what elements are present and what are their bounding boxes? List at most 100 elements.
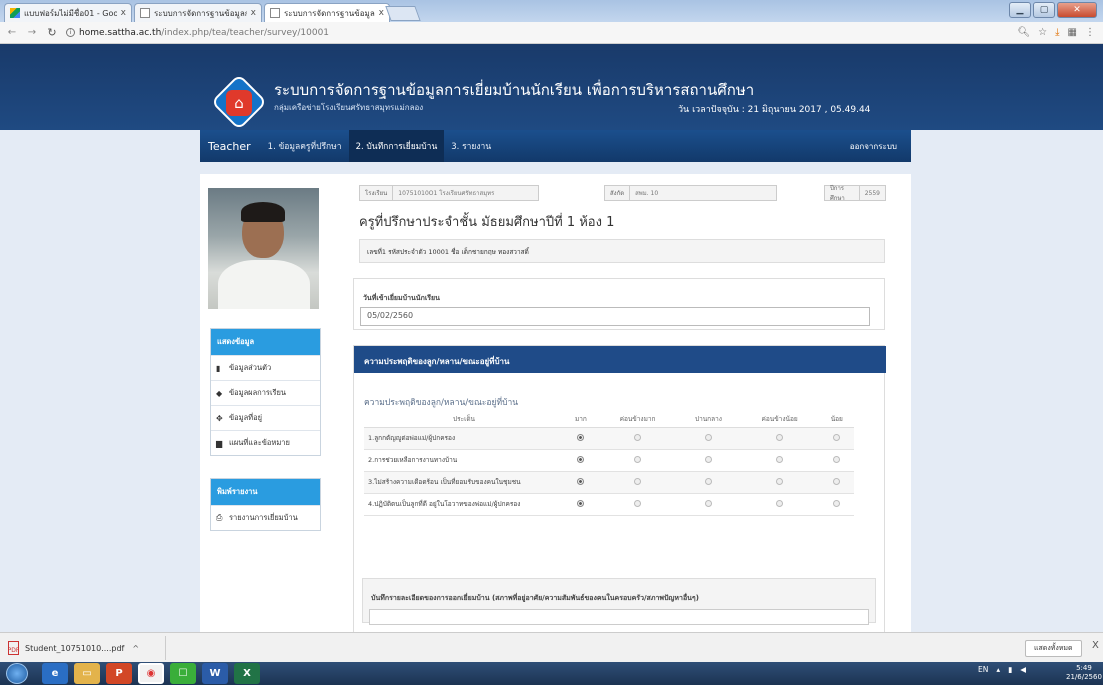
location-icon: ✥ <box>216 413 223 423</box>
language-indicator[interactable]: EN <box>978 665 988 674</box>
rating-radio[interactable] <box>634 499 642 507</box>
column-header: ปานกลาง <box>677 412 740 428</box>
sidebar-item-personal[interactable]: ▮ ข้อมูลส่วนตัว <box>211 355 320 380</box>
address-bar[interactable]: i home.sattha.ac.th/index.php/tea/teache… <box>66 25 1017 41</box>
page-title: ครูที่ปรึกษาประจำชั้น มัธยมศึกษาปีที่ 1 … <box>359 215 615 230</box>
rating-radio[interactable] <box>833 455 841 463</box>
affiliation-field: สังกัด สพม. 10 <box>604 185 777 201</box>
tab-close-icon[interactable]: x <box>121 8 126 18</box>
minimize-button[interactable]: ▁ <box>1009 2 1031 18</box>
sidebar-info-header: แสดงข้อมูล <box>211 329 320 355</box>
table-row: 3.ไม่สร้างความเดือดร้อน เป็นที่ยอมรับของ… <box>364 471 854 494</box>
sidebar-item-address[interactable]: ✥ ข้อมูลที่อยู่ <box>211 405 320 430</box>
back-icon[interactable]: ← <box>4 27 20 38</box>
rating-radio[interactable] <box>577 455 585 463</box>
rating-radio[interactable] <box>634 433 642 441</box>
sidebar-item-visit-report[interactable]: ⎙ รายงานการเยี่ยมบ้าน <box>211 505 320 530</box>
network-icon[interactable]: ▮ <box>1008 665 1012 674</box>
site-subtitle: กลุ่มเครือข่ายโรงเรียนศรัทธาสมุทรแม่กลอง <box>274 103 424 112</box>
current-datetime: วัน เวลาปัจจุบัน : 21 มิถุนายน 2017 , 05… <box>678 105 871 115</box>
pdf-file-icon: PDF <box>8 641 19 655</box>
ie-icon[interactable]: e <box>42 663 68 684</box>
rating-radio[interactable] <box>833 433 841 441</box>
visit-notes-panel: บันทึกรายละเอียดของการออกเยี่ยมบ้าน (สภา… <box>362 578 876 625</box>
folder-icon[interactable]: ▭ <box>74 663 100 684</box>
visit-date-input[interactable]: 05/02/2560 <box>360 307 870 326</box>
rating-cell <box>564 493 598 516</box>
rating-radio[interactable] <box>704 433 712 441</box>
rating-radio[interactable] <box>833 499 841 507</box>
rating-radio[interactable] <box>634 477 642 485</box>
zoom-icon[interactable]: 🔍︎ <box>1017 27 1030 38</box>
bookmark-star-icon[interactable]: ☆ <box>1038 27 1047 38</box>
column-header: มาก <box>564 412 598 428</box>
close-download-shelf-icon[interactable]: X <box>1092 640 1099 651</box>
logout-link[interactable]: ออกจากระบบ <box>850 140 897 153</box>
maximize-button[interactable]: ▢ <box>1033 2 1055 18</box>
rating-cell <box>819 471 854 494</box>
forward-icon[interactable]: → <box>24 27 40 38</box>
download-icon[interactable]: ⤓ <box>1055 27 1059 38</box>
browser-tab-3[interactable]: ระบบการจัดการฐานข้อมูลการ x <box>264 3 390 22</box>
new-tab-button[interactable] <box>385 6 421 21</box>
sidebar-item-grades[interactable]: ◆ ข้อมูลผลการเรียน <box>211 380 320 405</box>
sidebar-item-map[interactable]: ▆ แผนที่และข้อหมาย <box>211 430 320 455</box>
rating-radio[interactable] <box>776 455 784 463</box>
nav-teacher-info[interactable]: 1. ข้อมูลครูที่ปรึกษา <box>261 130 349 162</box>
chrome-icon[interactable]: ◉ <box>138 663 164 684</box>
chevron-up-icon[interactable]: ^ <box>132 644 139 653</box>
excel-icon[interactable]: X <box>234 663 260 684</box>
tab-close-icon[interactable]: x <box>379 8 384 18</box>
rating-radio[interactable] <box>776 499 784 507</box>
table-row: 4.ปฏิบัติตนเป็นลูกที่ดี อยู่ในโอวาทของพ่… <box>364 493 854 516</box>
nav-report[interactable]: 3. รายงาน <box>444 130 498 162</box>
rating-cell <box>819 427 854 450</box>
sidebar-print-header: พิมพ์รายงาน <box>211 479 320 505</box>
rating-radio[interactable] <box>833 477 841 485</box>
start-button[interactable] <box>6 663 28 684</box>
rating-cell <box>597 427 678 450</box>
rating-radio[interactable] <box>634 455 642 463</box>
info-icon[interactable]: i <box>66 28 75 37</box>
rating-radio[interactable] <box>704 477 712 485</box>
rating-radio[interactable] <box>704 455 712 463</box>
book-icon: ▮ <box>216 363 221 373</box>
question-text: 4.ปฏิบัติตนเป็นลูกที่ดี อยู่ในโอวาทของพ่… <box>364 493 564 516</box>
main-content: แสดงข้อมูล ▮ ข้อมูลส่วนตัว ◆ ข้อมูลผลการเร… <box>200 174 911 632</box>
rating-cell <box>677 427 740 450</box>
rating-cell <box>739 449 820 472</box>
rating-radio[interactable] <box>776 433 784 441</box>
word-icon[interactable]: W <box>202 663 228 684</box>
reload-icon[interactable]: ↻ <box>44 26 60 39</box>
extension-icon[interactable]: ▦ <box>1068 27 1077 38</box>
rating-radio[interactable] <box>704 499 712 507</box>
navbar-brand[interactable]: Teacher <box>208 140 251 153</box>
rating-cell <box>564 471 598 494</box>
home-icon[interactable]: ⌂ <box>226 90 252 116</box>
rating-radio[interactable] <box>776 477 784 485</box>
powerpoint-icon[interactable]: P <box>106 663 132 684</box>
browser-tab-1[interactable]: แบบฟอร์มไม่มีชื่อ01 - Google x <box>4 3 132 22</box>
tab-title: ระบบการจัดการฐานข้อมูลการ <box>284 8 375 18</box>
visit-notes-input[interactable] <box>369 609 869 625</box>
close-window-button[interactable]: ✕ <box>1057 2 1097 18</box>
rating-radio[interactable] <box>577 477 585 485</box>
show-all-downloads-button[interactable]: แสดงทั้งหมด <box>1025 640 1082 657</box>
tray-chevron-icon[interactable]: ▴ <box>996 665 1000 674</box>
download-item[interactable]: PDF Student_10751010....pdf ^ <box>4 636 164 660</box>
tab-close-icon[interactable]: x <box>251 8 256 18</box>
window-controls: ▁ ▢ ✕ <box>1009 2 1097 18</box>
question-text: 2.การช่วยเหลือการงานทางบ้าน <box>364 449 564 472</box>
behavior-panel-title: ความประพฤติของลูก/หลาน/ขณะอยู่ที่บ้าน <box>354 346 886 373</box>
line-icon[interactable]: ☐ <box>170 663 196 684</box>
clock[interactable]: 5:49 21/6/2560 <box>1066 664 1102 682</box>
tab-title: แบบฟอร์มไม่มีชื่อ01 - Google <box>24 8 117 18</box>
column-header: ค่อนข้างมาก <box>597 412 678 428</box>
browser-tab-2[interactable]: ระบบการจัดการฐานข้อมูลการ x <box>134 3 262 22</box>
nav-home-visit-record[interactable]: 2. บันทึกการเยี่ยมบ้าน <box>348 130 445 162</box>
page-icon <box>270 8 280 18</box>
volume-icon[interactable]: ◀ <box>1020 665 1026 674</box>
menu-icon[interactable]: ⋮ <box>1085 27 1095 38</box>
rating-radio[interactable] <box>577 499 585 507</box>
rating-radio[interactable] <box>577 433 585 441</box>
